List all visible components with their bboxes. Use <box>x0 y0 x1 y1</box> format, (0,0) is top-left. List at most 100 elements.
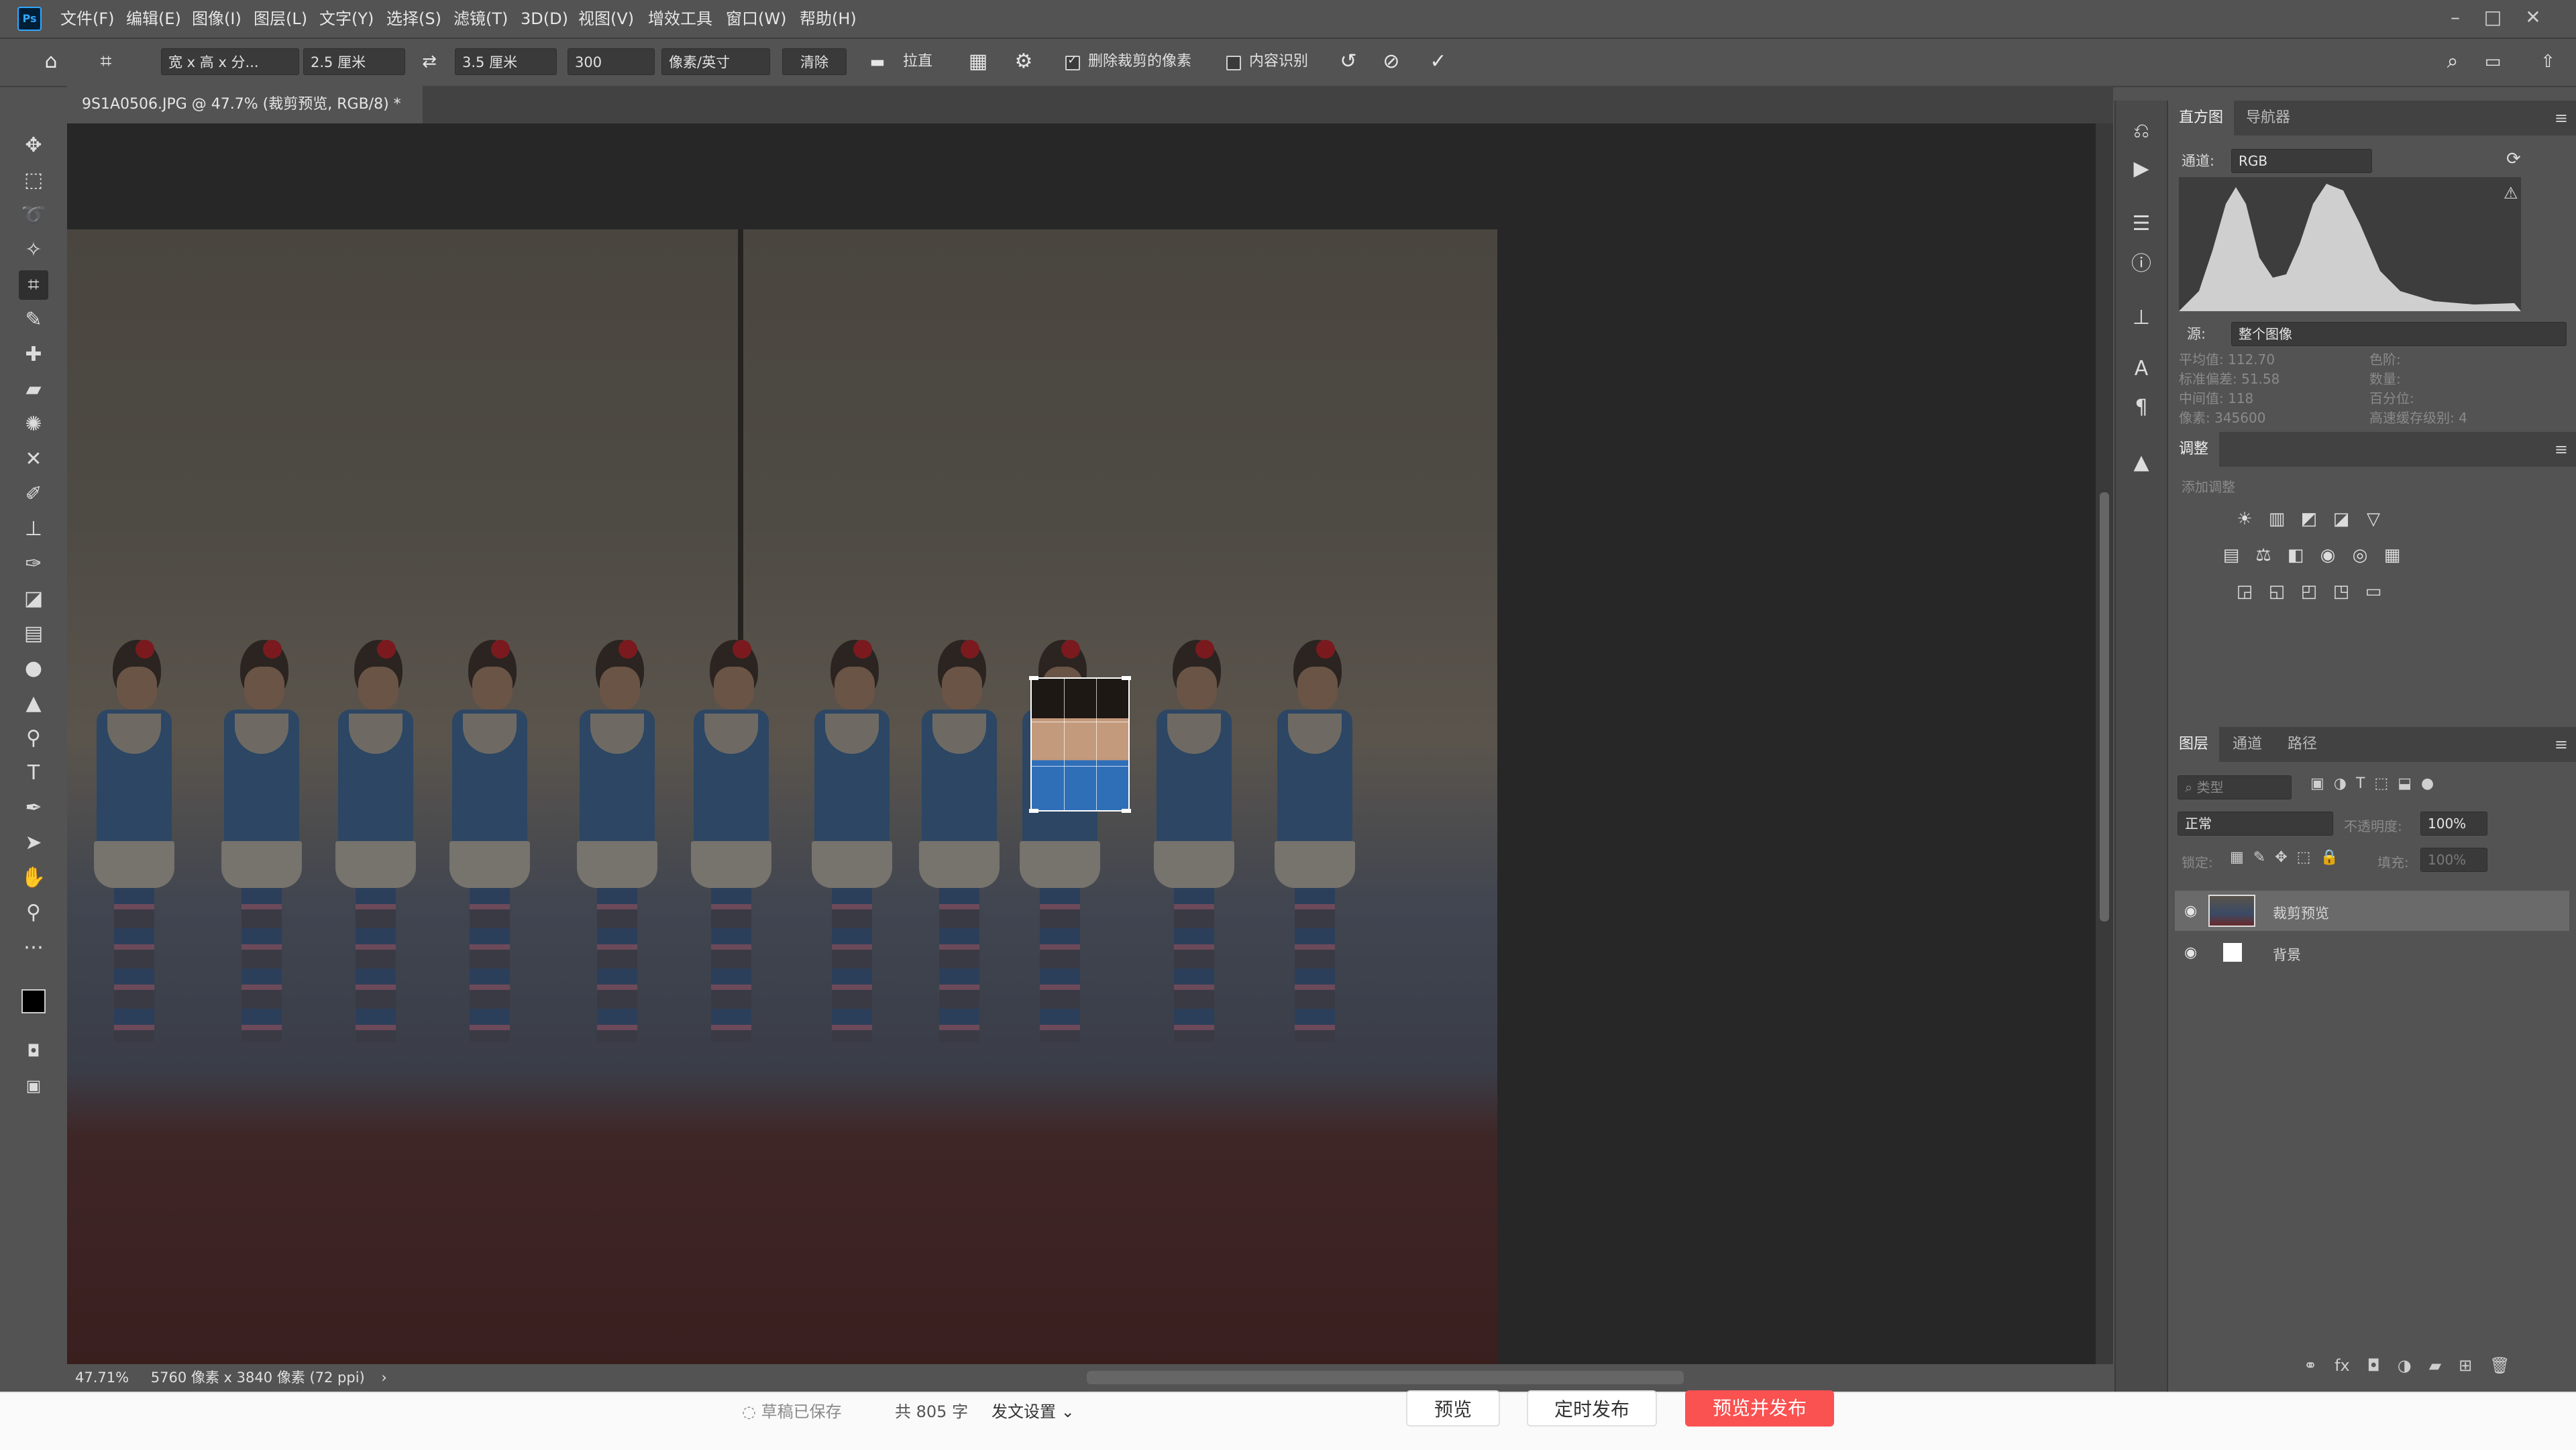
search-icon[interactable]: ⌕ <box>2439 48 2466 75</box>
menu-3d[interactable]: 3D(D) <box>521 0 568 38</box>
photo-filter-icon[interactable]: ◉ <box>2314 542 2341 569</box>
exposure-icon[interactable]: ◪ <box>2328 506 2355 533</box>
zoom-tool-icon[interactable]: ⚲ <box>19 898 48 928</box>
mask-icon[interactable]: ◘ <box>2367 1356 2380 1375</box>
fx-icon[interactable]: fx <box>2334 1356 2350 1375</box>
tab-navigator[interactable]: 导航器 <box>2235 101 2301 135</box>
history-brush-icon[interactable]: ✑ <box>19 549 48 579</box>
color-balance-icon[interactable]: ⚖ <box>2250 542 2277 569</box>
width-input[interactable]: 2.5 厘米 <box>303 48 405 75</box>
layer-row[interactable]: ◉ 背景 <box>2175 932 2569 972</box>
refresh-icon[interactable]: ⟳ <box>2506 149 2521 169</box>
overlay-grid-icon[interactable]: ▦ <box>965 48 991 75</box>
crop-handle[interactable] <box>1029 676 1038 680</box>
character-icon[interactable]: A <box>2125 353 2157 385</box>
channel-mixer-icon[interactable]: ◎ <box>2347 542 2373 569</box>
source-select[interactable]: 整个图像 <box>2231 322 2567 346</box>
more-tools-icon[interactable]: ⋯ <box>19 933 48 962</box>
crop-handle[interactable] <box>1122 676 1131 680</box>
preview-button[interactable]: 预览 <box>1406 1390 1500 1427</box>
reset-icon[interactable]: ↺ <box>1335 48 1362 75</box>
schedule-publish-button[interactable]: 定时发布 <box>1527 1390 1657 1427</box>
height-input[interactable]: 3.5 厘米 <box>455 48 557 75</box>
folder-icon[interactable]: ▰ <box>2429 1356 2441 1375</box>
lasso-tool-icon[interactable]: ➰ <box>19 201 48 230</box>
warning-icon[interactable]: ⚠ <box>2504 184 2518 203</box>
new-layer-icon[interactable]: ⊞ <box>2459 1356 2472 1375</box>
resolution-unit-select[interactable]: 像素/英寸 <box>661 48 770 75</box>
dodge-tool-icon[interactable]: ⚲ <box>19 724 48 753</box>
crop-handle[interactable] <box>1122 809 1131 813</box>
menu-plugins[interactable]: 增效工具 <box>648 0 712 38</box>
posterize-icon[interactable]: ◱ <box>2263 578 2290 605</box>
eye-icon[interactable]: ◉ <box>2184 903 2197 919</box>
layer-name[interactable]: 裁剪预览 <box>2273 903 2329 923</box>
layer-name[interactable]: 背景 <box>2273 944 2301 964</box>
color-lookup-icon[interactable]: ▦ <box>2379 542 2406 569</box>
layer-kind-filter[interactable]: ⌕ 类型 <box>2178 775 2292 799</box>
canvas-area[interactable] <box>67 123 2113 1364</box>
eye-icon[interactable]: ◉ <box>2184 944 2197 961</box>
menu-edit[interactable]: 编辑(E) <box>126 0 181 38</box>
menu-filter[interactable]: 滤镜(T) <box>453 0 508 38</box>
share-icon[interactable]: ⇧ <box>2534 48 2561 75</box>
crop-selection-box[interactable] <box>1029 676 1131 813</box>
black-white-icon[interactable]: ◧ <box>2282 542 2309 569</box>
blur-tool-icon[interactable]: ● <box>19 654 48 683</box>
vibrance-icon[interactable]: ▽ <box>2360 506 2387 533</box>
content-aware-move-icon[interactable]: ✺ <box>19 410 48 439</box>
ratio-preset-select[interactable]: 宽 x 高 x 分... <box>161 48 299 75</box>
brush-tool-icon[interactable]: ✐ <box>19 480 48 509</box>
patch-tool-icon[interactable]: ▰ <box>19 375 48 404</box>
menu-window[interactable]: 窗口(W) <box>726 0 786 38</box>
home-icon[interactable]: ⌂ <box>38 48 64 75</box>
menu-type[interactable]: 文字(Y) <box>319 0 374 38</box>
gradient-tool-icon[interactable]: ▤ <box>19 619 48 649</box>
opacity-input[interactable]: 100% <box>2420 812 2487 836</box>
straighten-icon[interactable]: ▬ <box>864 48 891 75</box>
adjustment-icon[interactable]: ◑ <box>2398 1356 2412 1375</box>
commit-check-icon[interactable]: ✓ <box>1425 48 1452 75</box>
close-window-icon[interactable]: ✕ <box>2514 0 2552 38</box>
curves-icon[interactable]: ◩ <box>2296 506 2322 533</box>
menu-layer[interactable]: 图层(L) <box>254 0 307 38</box>
link-icon[interactable]: ⚭ <box>2304 1356 2317 1375</box>
resolution-input[interactable]: 300 <box>568 48 655 75</box>
sharpen-tool-icon[interactable]: ▲ <box>19 689 48 718</box>
layer-row[interactable]: ◉ 裁剪预览 <box>2175 891 2569 931</box>
menu-select[interactable]: 选择(S) <box>386 0 441 38</box>
tab-histogram[interactable]: 直方图 <box>2168 101 2235 135</box>
healing-brush-tool-icon[interactable]: ✚ <box>19 340 48 370</box>
horizontal-scrollbar[interactable] <box>1087 1371 1684 1384</box>
post-settings-link[interactable]: 发文设置 ⌄ <box>991 1398 1075 1422</box>
zoom-level[interactable]: 47.71% <box>75 1370 129 1386</box>
menu-help[interactable]: 帮助(H) <box>800 0 857 38</box>
path-selection-icon[interactable]: ➤ <box>19 828 48 858</box>
menu-view[interactable]: 视图(V) <box>578 0 634 38</box>
clear-button[interactable]: 清除 <box>782 48 847 75</box>
threshold-icon[interactable]: ◰ <box>2296 578 2322 605</box>
gradient-map-icon[interactable]: ▭ <box>2360 578 2387 605</box>
tab-channels[interactable]: 通道 <box>2222 727 2273 762</box>
menu-image[interactable]: 图像(I) <box>192 0 241 38</box>
workspace-icon[interactable]: ▭ <box>2479 48 2506 75</box>
levels-icon[interactable]: ▥ <box>2263 506 2290 533</box>
type-tool-icon[interactable]: T <box>19 759 48 788</box>
delete-cropped-checkbox[interactable] <box>1065 53 1080 70</box>
vertical-scrollbar[interactable] <box>2096 123 2113 1364</box>
selective-color-icon[interactable]: ◳ <box>2328 578 2355 605</box>
trash-icon[interactable]: 🗑 <box>2489 1356 2510 1375</box>
straighten-button[interactable]: 拉直 <box>903 48 932 75</box>
crop-tool-preset-icon[interactable]: ⌗ <box>93 48 119 75</box>
pen-tool-icon[interactable]: ✒ <box>19 793 48 823</box>
move-tool-icon[interactable]: ✥ <box>19 131 48 160</box>
lock-icons[interactable]: ▦✎✥⬚🔒 <box>2230 849 2348 866</box>
info-icon[interactable]: ⓘ <box>2125 248 2157 280</box>
quick-mask-icon[interactable]: ◘ <box>19 1036 48 1066</box>
tab-layers[interactable]: 图层 <box>2168 727 2220 762</box>
clone-source-icon[interactable]: ⊥ <box>2125 302 2157 334</box>
minimize-icon[interactable]: – <box>2436 0 2474 38</box>
content-aware-checkbox[interactable] <box>1226 56 1241 70</box>
panel-menu-icon[interactable]: ≡ <box>2555 432 2568 467</box>
tab-adjustments[interactable]: 调整 <box>2168 432 2220 467</box>
